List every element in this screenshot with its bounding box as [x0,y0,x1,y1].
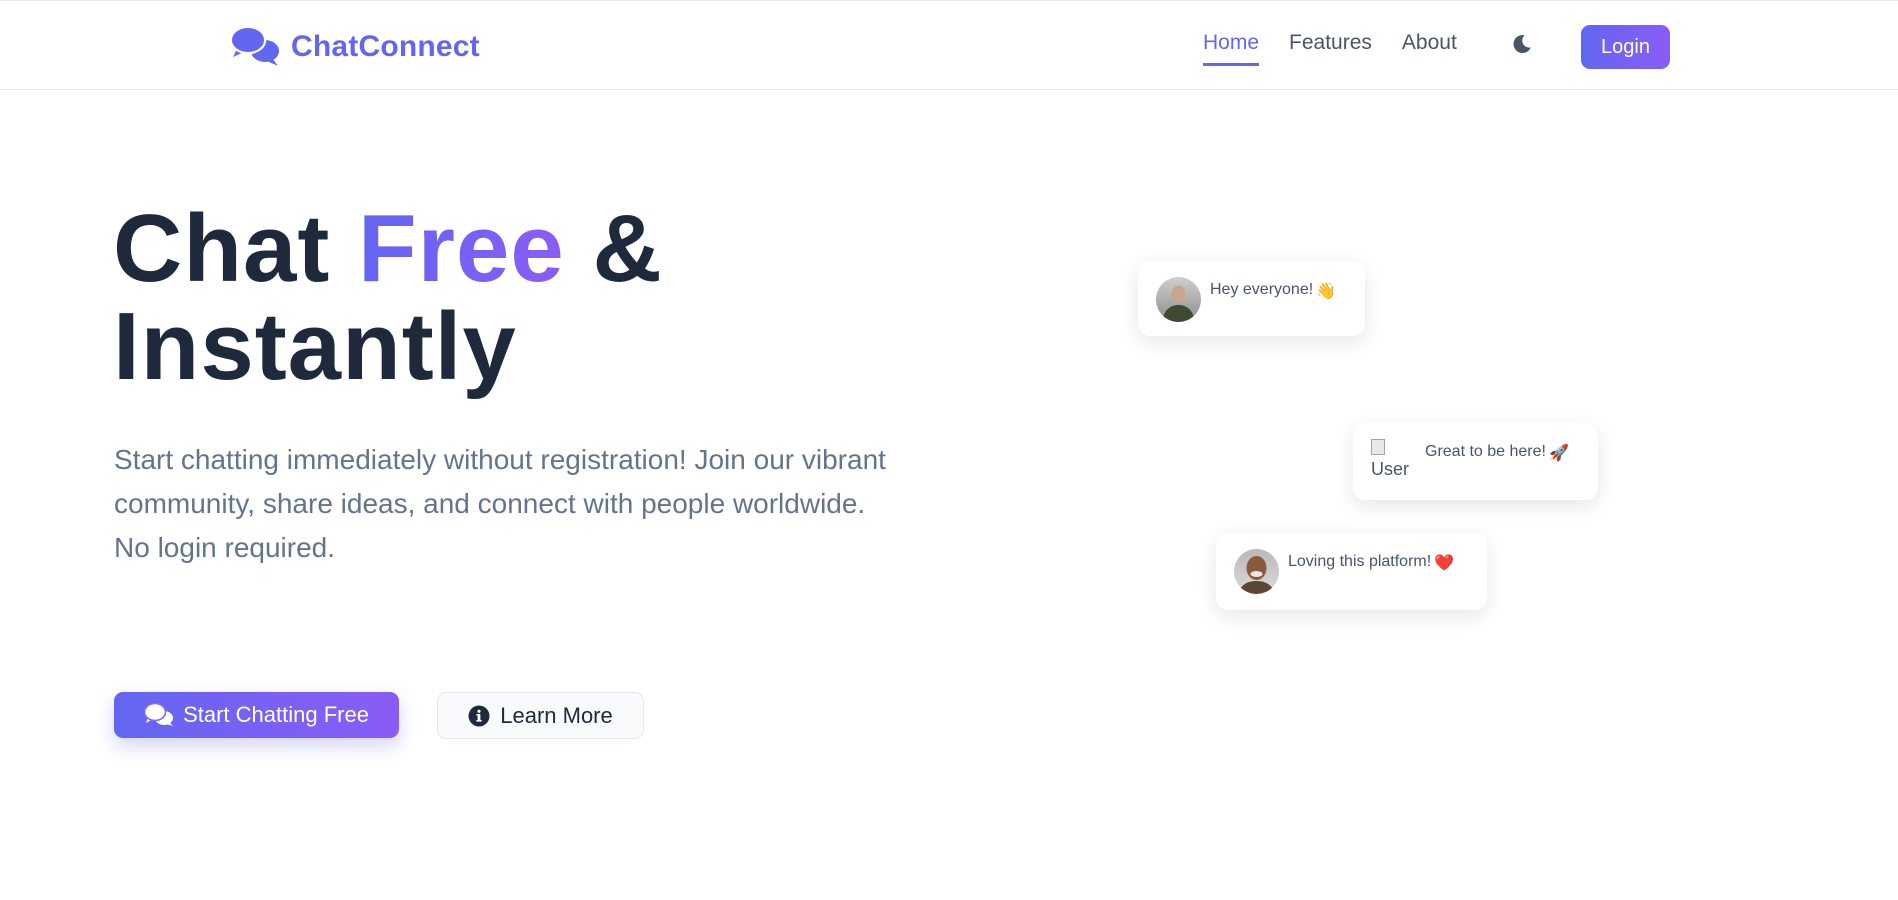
nav-link-home[interactable]: Home [1203,31,1260,66]
chat-bubble-2-text: Great to be here! 🚀 [1425,443,1569,462]
avatar-alt-text: User [1371,459,1410,479]
hero-title: Chat Free & Instantly [113,200,663,396]
learn-more-button[interactable]: Learn More [437,692,644,739]
nav-link-features[interactable]: Features [1289,31,1372,66]
hero-subtitle: Start chatting immediately without regis… [114,444,886,563]
hero-title-line2: Instantly [113,293,517,400]
chat-bubble-3: Loving this platform! ❤️ [1216,533,1487,610]
hero-title-accent: Free [358,195,565,302]
chat-bubble-1: Hey everyone! 👋 [1138,261,1365,336]
broken-image-icon [1371,439,1385,455]
chat-bubble-3-text: Loving this platform! ❤️ [1288,553,1455,572]
brand-name: ChatConnect [291,30,480,63]
info-circle-icon [468,705,490,726]
navbar: ChatConnect Home Features About Login [0,0,1898,90]
learn-more-label: Learn More [500,702,613,728]
brand-logo[interactable]: ChatConnect [229,25,480,69]
chat-bubble-1-text: Hey everyone! 👋 [1210,281,1337,300]
rocket-icon: 🚀 [1548,445,1569,462]
chat-bubble-2: User Great to be here! 🚀 [1353,423,1598,500]
hero-title-part1: Chat [113,195,358,302]
start-chatting-label: Start Chatting Free [183,702,369,727]
nav-link-about[interactable]: About [1402,31,1457,66]
comments-icon [229,25,279,66]
waving-hand-icon: 👋 [1316,283,1337,300]
comments-icon [144,703,174,726]
start-chatting-button[interactable]: Start Chatting Free [114,692,399,738]
moon-icon[interactable] [1510,32,1534,56]
avatar-man-2 [1234,549,1279,594]
login-button[interactable]: Login [1581,25,1670,69]
heart-icon: ❤️ [1434,555,1455,572]
avatar-man-1 [1156,277,1201,322]
avatar-broken-image: User [1371,439,1416,484]
hero-title-part2: & [564,195,663,302]
nav-links: Home Features About [1203,31,1457,66]
